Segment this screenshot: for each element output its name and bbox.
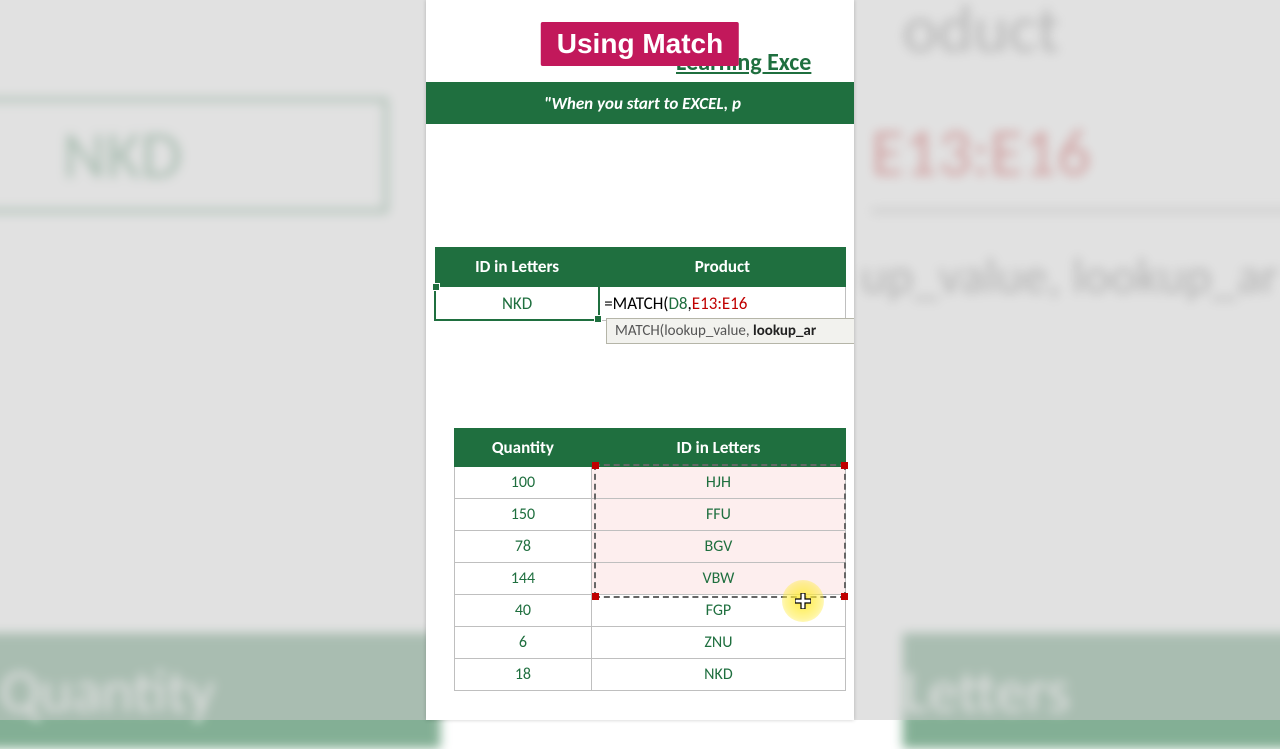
formula-ref2: E13:E16 [692,293,748,314]
formula-tooltip: MATCH(lookup_value, lookup_ar [606,318,854,344]
cell-id[interactable]: FFU [591,499,845,531]
table-row[interactable]: 18NKD [455,659,846,691]
data-header-quantity: Quantity [455,429,592,467]
table-row[interactable]: 150FFU [455,499,846,531]
table-row[interactable]: 6ZNU [455,627,846,659]
tooltip-fn: MATCH( [615,322,664,340]
cell-id[interactable]: VBW [591,563,845,595]
cell-id[interactable]: HJH [591,467,845,499]
cell-id[interactable]: BGV [591,531,845,563]
cell-qty[interactable]: 100 [455,467,592,499]
data-header-id: ID in Letters [591,429,845,467]
cell-id[interactable]: FGP [591,595,845,627]
lookup-value-cell[interactable]: NKD [435,286,599,320]
lookup-table: ID in Letters Product NKD =MATCH(D8,E13:… [434,247,846,321]
table-row[interactable]: 100HJH [455,467,846,499]
cell-qty[interactable]: 6 [455,627,592,659]
formula-input-cell[interactable]: =MATCH(D8,E13:E16 [599,286,845,320]
tooltip-arg1: lookup_value [664,322,746,340]
cell-id[interactable]: ZNU [591,627,845,659]
cell-qty[interactable]: 18 [455,659,592,691]
data-table: Quantity ID in Letters 100HJH 150FFU 78B… [454,428,846,691]
formula-prefix: =MATCH( [604,293,668,314]
tooltip-arg2: lookup_ar [753,322,816,340]
table-row[interactable]: 144VBW [455,563,846,595]
foreground-panel: Learning Exce "When you start to EXCEL, … [426,0,854,720]
cell-qty[interactable]: 40 [455,595,592,627]
cell-qty[interactable]: 144 [455,563,592,595]
lookup-header-product: Product [599,248,845,287]
lookup-header-id: ID in Letters [435,248,599,287]
formula-ref1: D8 [668,293,687,314]
cell-qty[interactable]: 150 [455,499,592,531]
tagline-bar: "When you start to EXCEL, p [426,82,854,124]
table-row[interactable]: 78BGV [455,531,846,563]
cell-id[interactable]: NKD [591,659,845,691]
tooltip-sep: , [746,322,753,340]
video-badge: Using Match [541,22,739,66]
table-row[interactable]: 40FGP [455,595,846,627]
cell-qty[interactable]: 78 [455,531,592,563]
